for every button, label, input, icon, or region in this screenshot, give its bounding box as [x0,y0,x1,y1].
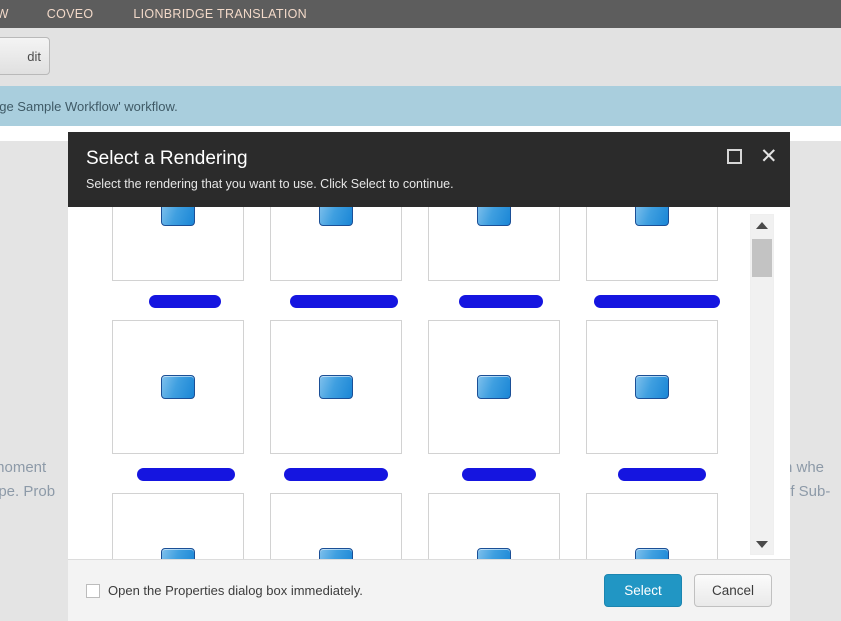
scrollbar-thumb[interactable] [752,239,772,277]
rendering-thumbnail[interactable] [428,493,560,559]
dialog-body: A Ba Ba B Br B DF [68,207,790,559]
rendering-thumbnail[interactable] [586,207,718,281]
rendering-label-wrap: B [573,288,731,314]
cancel-button[interactable]: Cancel [694,574,772,607]
top-navigation-bar: EW COVEO LIONBRIDGE TRANSLATION [0,0,841,28]
rendering-icon [635,375,669,399]
redaction-mark [618,468,706,481]
rendering-item[interactable] [99,487,257,559]
open-properties-checkbox-row[interactable]: Open the Properties dialog box immediate… [86,583,363,598]
rendering-icon [635,548,669,559]
redaction-mark [137,468,235,481]
dialog-header: Select a Rendering Select the rendering … [68,132,790,207]
dialog-window-controls: ✕ [727,146,778,167]
rendering-label: A [173,294,183,308]
rendering-label: Br [171,467,185,481]
rendering-label: B [489,467,499,481]
rendering-item[interactable]: B [415,314,573,487]
rendering-item[interactable]: Ba [257,207,415,314]
dialog-subtitle: Select the rendering that you want to us… [86,176,454,191]
close-icon[interactable]: ✕ [760,146,778,167]
rendering-label: DF [643,467,661,481]
rendering-icon [319,207,353,226]
rendering-item[interactable] [573,487,731,559]
maximize-icon[interactable] [727,149,742,164]
rendering-item[interactable]: A [99,207,257,314]
rendering-thumbnail[interactable] [112,493,244,559]
rendering-icon [477,375,511,399]
rendering-grid: A Ba Ba B Br B DF [99,207,750,559]
rendering-thumbnail[interactable] [270,493,402,559]
rendering-item[interactable] [257,314,415,487]
rendering-label-wrap [257,461,415,487]
rendering-thumbnail[interactable] [586,320,718,454]
dialog-footer: Open the Properties dialog box immediate… [68,559,790,621]
redaction-mark [594,295,720,308]
rendering-thumbnail[interactable] [270,207,402,281]
rendering-label-wrap: Ba [257,288,415,314]
redaction-mark [462,468,536,481]
rendering-thumbnail[interactable] [428,320,560,454]
background-text-left-2: ripe. Prob [0,483,56,500]
select-button[interactable]: Select [604,574,682,607]
rendering-label-wrap: Ba [415,288,573,314]
redaction-mark [290,295,398,308]
nav-item-lionbridge-translation[interactable]: LIONBRIDGE TRANSLATION [133,7,307,21]
rendering-icon [161,548,195,559]
scroll-down-icon[interactable] [751,534,773,554]
rendering-label: Ba [486,294,502,308]
rendering-label-wrap: A [99,288,257,314]
rendering-icon [477,207,511,226]
rendering-icon [319,548,353,559]
redaction-mark [149,295,221,308]
rendering-label-wrap: DF [573,461,731,487]
rendering-icon [319,375,353,399]
background-text-right-1: n whe [784,459,825,476]
rendering-icon [161,207,195,226]
rendering-label: Ba [328,294,344,308]
rendering-item[interactable]: DF [573,314,731,487]
rendering-item[interactable] [415,487,573,559]
rendering-item[interactable] [257,487,415,559]
rendering-thumbnail[interactable] [270,320,402,454]
rendering-label-wrap: Br [99,461,257,487]
rendering-icon [477,548,511,559]
scroll-up-icon[interactable] [751,215,773,235]
open-properties-checkbox[interactable] [86,583,100,598]
rendering-label: B [647,294,657,308]
rendering-thumbnail[interactable] [112,320,244,454]
redaction-mark [284,468,388,481]
rendering-icon [161,375,195,399]
rendering-item[interactable]: Ba [415,207,573,314]
nav-item-review[interactable]: EW [0,7,9,21]
edit-button[interactable]: dit [0,37,50,75]
rendering-thumbnail[interactable] [428,207,560,281]
workflow-notification-banner: dge Sample Workflow' workflow. [0,86,841,126]
ribbon-toolbar: dit [0,28,841,87]
notification-text: dge Sample Workflow' workflow. [0,98,178,114]
nav-item-coveo[interactable]: COVEO [47,7,94,21]
rendering-grid-viewport: A Ba Ba B Br B DF [68,207,750,559]
dialog-title: Select a Rendering [86,148,248,169]
rendering-item[interactable]: B [573,207,731,314]
rendering-item[interactable]: Br [99,314,257,487]
rendering-thumbnail[interactable] [586,493,718,559]
select-rendering-dialog: Select a Rendering Select the rendering … [68,132,790,621]
vertical-scrollbar[interactable] [750,214,774,555]
rendering-label-wrap: B [415,461,573,487]
open-properties-checkbox-label: Open the Properties dialog box immediate… [108,583,363,598]
rendering-thumbnail[interactable] [112,207,244,281]
background-text-left-1: moment [0,459,47,476]
rendering-icon [635,207,669,226]
